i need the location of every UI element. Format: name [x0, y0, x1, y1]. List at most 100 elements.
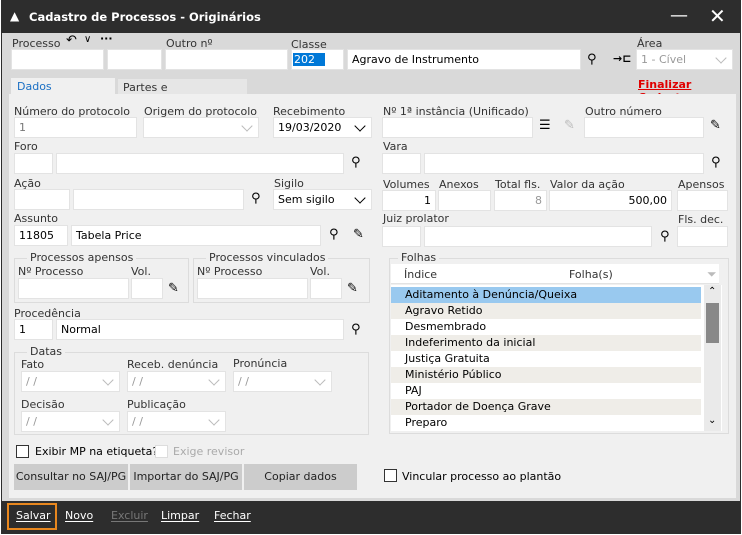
pencil-icon[interactable]: ✎: [168, 282, 179, 296]
area-select[interactable]: 1 - Cível: [636, 49, 733, 70]
folha-list-item[interactable]: Indeferimento da inicial: [391, 335, 701, 351]
recebimento-date[interactable]: 19/03/2020: [273, 117, 372, 138]
fechar-button[interactable]: Fechar: [214, 509, 251, 522]
pencil-icon[interactable]: ✎: [710, 119, 721, 133]
nproc-label: Nº Processo: [197, 265, 263, 278]
filter-icon[interactable]: ⏷: [707, 267, 717, 281]
num-protocolo-field[interactable]: 1: [14, 117, 137, 138]
pencil-icon[interactable]: ✎: [353, 228, 364, 242]
instancia-field[interactable]: [382, 117, 533, 138]
col-indice[interactable]: Índice: [404, 268, 437, 281]
apensos-nproc-field[interactable]: [18, 278, 129, 299]
chevron-down-icon[interactable]: ∨: [84, 34, 91, 45]
juiz-name-field[interactable]: [424, 226, 652, 247]
tab-dados-processuais[interactable]: Dados Processuais: [11, 78, 115, 106]
outro-numero-field[interactable]: [165, 49, 288, 70]
scroll-up-icon[interactable]: ⌃: [708, 286, 716, 297]
consultar-saj-button[interactable]: Consultar no SAJ/PG: [14, 464, 128, 490]
exige-revisor-checkbox: [155, 445, 168, 458]
salvar-button[interactable]: Salvar: [16, 509, 51, 522]
vara-code-field[interactable]: [382, 153, 421, 174]
window: ▲ Cadastro de Processos - Originários — …: [1, 0, 741, 534]
search-icon[interactable]: ⚲: [251, 192, 261, 206]
acao-code-field[interactable]: [14, 189, 70, 210]
exibir-mp-checkbox[interactable]: [16, 445, 29, 458]
origem-select[interactable]: [143, 117, 259, 138]
pencil-icon: ✎: [564, 118, 575, 133]
procedencia-code-field[interactable]: 1: [14, 319, 53, 340]
procedencia-name-field[interactable]: Normal: [56, 319, 344, 340]
search-icon[interactable]: ⚲: [351, 323, 361, 337]
foro-code-field[interactable]: [14, 153, 53, 174]
search-icon[interactable]: ⚲: [711, 156, 721, 170]
acao-name-field[interactable]: [73, 189, 244, 210]
anexos-field[interactable]: [438, 190, 491, 211]
nproc-label: Nº Processo: [18, 265, 84, 278]
juiz-label: Juiz prolator: [383, 212, 449, 225]
folha-list-item[interactable]: Desmembrado: [391, 319, 701, 335]
app-logo-icon: ▲: [10, 9, 20, 23]
search-icon[interactable]: ⚲: [660, 230, 670, 244]
undo-icon[interactable]: ↶: [66, 33, 77, 48]
outro-numero-field-2[interactable]: [584, 117, 704, 138]
scrollbar[interactable]: ⌃ ⌄: [704, 285, 721, 431]
col-folhas[interactable]: Folha(s): [569, 268, 613, 281]
processo-suffix-field[interactable]: [107, 49, 162, 70]
limpar-button[interactable]: Limpar: [161, 509, 199, 522]
bottom-action-bar: Salvar Novo Excluir Limpar Fechar: [2, 501, 740, 533]
foro-name-field[interactable]: [56, 153, 344, 174]
folha-list-item[interactable]: Agravo Retido: [391, 303, 701, 319]
folha-list-item[interactable]: Ministério Público: [391, 367, 701, 383]
scrollbar-thumb[interactable]: [706, 303, 719, 343]
fls-dec-label: Fls. dec.: [678, 213, 724, 226]
scroll-down-icon[interactable]: ⌄: [708, 415, 716, 426]
folha-list-item[interactable]: PAJ: [391, 383, 701, 399]
fls-dec-field[interactable]: [677, 226, 728, 247]
assunto-code-field[interactable]: 11805: [14, 225, 68, 246]
fato-date[interactable]: / /: [21, 371, 120, 392]
processo-number-field[interactable]: [11, 49, 104, 70]
tab-partes-representantes[interactable]: Partes e Representantes: [118, 79, 247, 107]
search-icon[interactable]: ⚲: [351, 156, 361, 170]
publicacao-label: Publicação: [127, 398, 186, 411]
decisao-label: Decisão: [21, 398, 65, 411]
receb-denuncia-date[interactable]: / /: [127, 371, 226, 392]
publicacao-date[interactable]: / /: [127, 411, 226, 432]
vara-name-field[interactable]: [424, 153, 704, 174]
vol-label: Vol.: [310, 265, 330, 278]
insert-icon[interactable]: →⊏: [613, 52, 631, 66]
folha-list-item[interactable]: Justiça Gratuita: [391, 351, 701, 367]
pronuncia-date[interactable]: / /: [233, 371, 332, 392]
apensos-field[interactable]: [677, 190, 728, 211]
classe-code-field[interactable]: 202: [291, 49, 344, 70]
sigilo-select[interactable]: Sem sigilo: [273, 189, 372, 210]
juiz-code-field[interactable]: [382, 226, 421, 247]
close-button[interactable]: ✕: [709, 4, 726, 28]
exibir-mp-label: Exibir MP na etiqueta?: [35, 445, 159, 458]
search-icon[interactable]: ⚲: [329, 228, 339, 242]
valor-field[interactable]: 500,00: [549, 190, 672, 211]
copiar-dados-button[interactable]: Copiar dados: [244, 464, 357, 490]
group-title: Datas: [27, 345, 65, 358]
assunto-name-field[interactable]: Tabela Price: [71, 225, 321, 246]
search-icon[interactable]: ⚲: [587, 53, 597, 67]
list-icon[interactable]: ☰: [539, 119, 551, 133]
folha-list-item[interactable]: Portador de Doença Grave: [391, 399, 701, 415]
apensos-vol-field[interactable]: [131, 278, 163, 299]
decisao-date[interactable]: / /: [21, 411, 120, 432]
vinculados-nproc-field[interactable]: [197, 278, 308, 299]
folha-list-item[interactable]: Aditamento à Denúncia/Queixa: [391, 287, 701, 303]
vincular-plantao-checkbox[interactable]: [384, 469, 397, 482]
volumes-field[interactable]: 1: [382, 190, 436, 211]
minimize-button[interactable]: —: [670, 5, 688, 26]
importar-saj-button[interactable]: Importar do SAJ/PG: [130, 464, 242, 490]
more-icon[interactable]: ···: [100, 32, 113, 45]
pencil-icon[interactable]: ✎: [347, 282, 358, 296]
pronuncia-label: Pronúncia: [233, 357, 288, 370]
novo-button[interactable]: Novo: [65, 509, 93, 522]
vara-label: Vara: [383, 140, 408, 153]
folha-list-item[interactable]: Preparo: [391, 415, 701, 431]
vinculados-vol-field[interactable]: [310, 278, 342, 299]
vincular-plantao-label: Vincular processo ao plantão: [402, 470, 562, 483]
classe-name-field[interactable]: Agravo de Instrumento: [347, 49, 581, 70]
